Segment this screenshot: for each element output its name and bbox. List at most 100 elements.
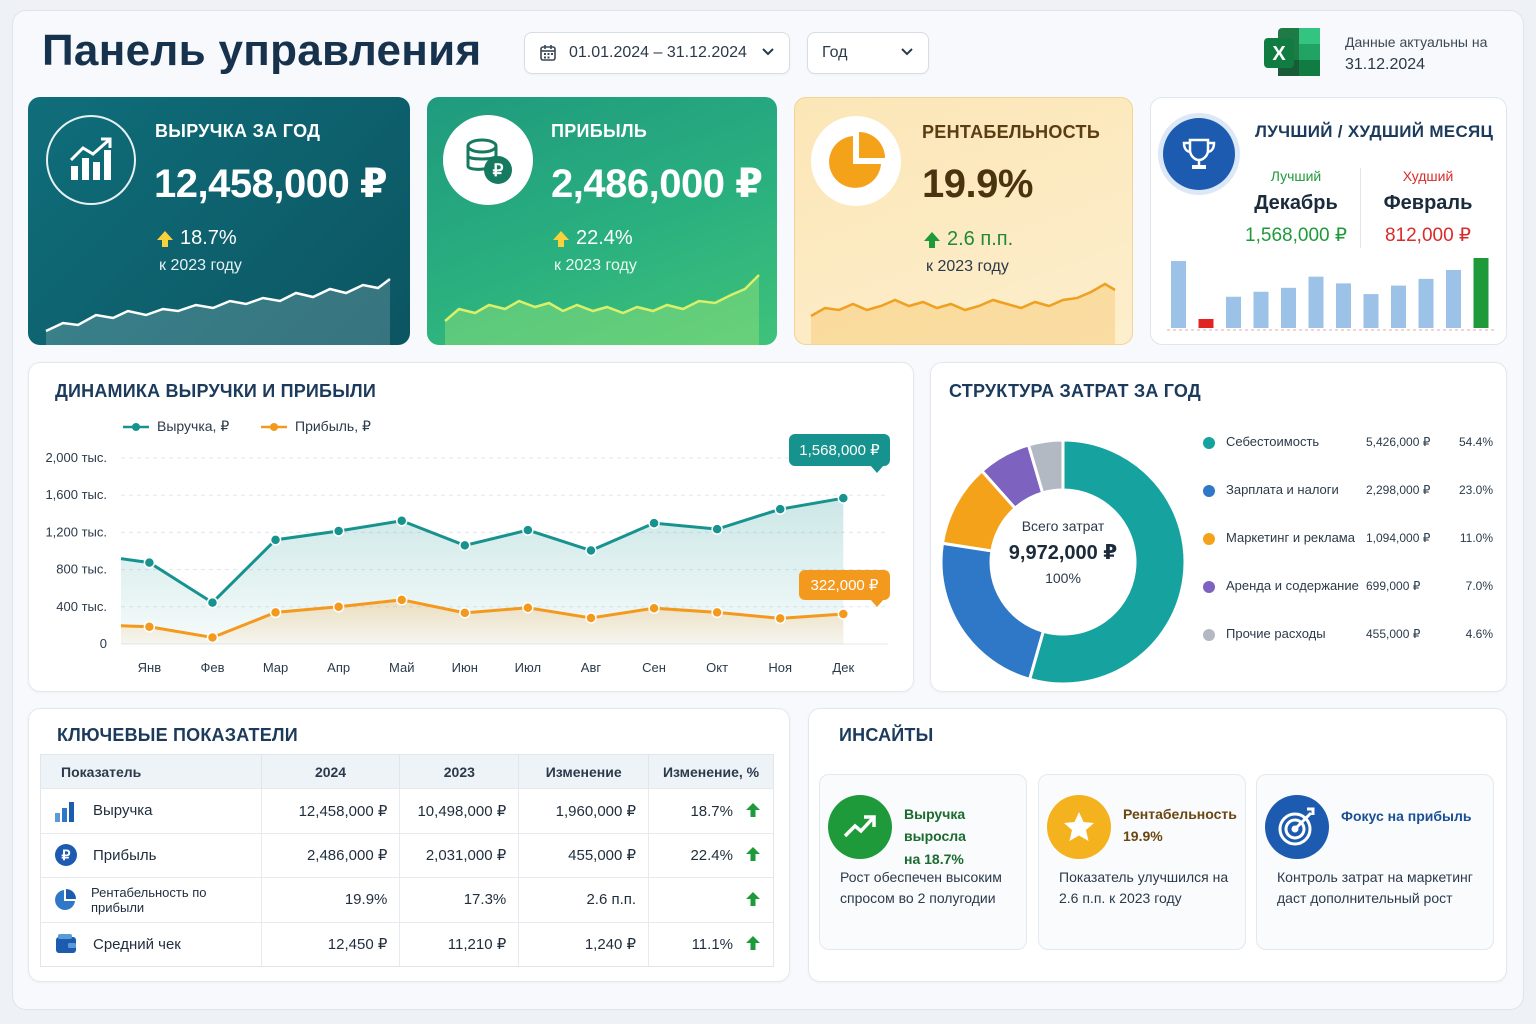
y-tick-label: 2,000 тыс. [45,450,107,465]
data-point [206,596,219,609]
month-bar [1446,269,1461,328]
month-bar [1226,296,1241,328]
svg-text:₽: ₽ [493,161,504,180]
col-header-metric[interactable]: Показатель [40,754,262,789]
kpi-profit-delta: 22.4% [552,227,633,250]
x-tick-label: Июл [515,660,541,675]
cost-legend-item[interactable]: Аренда и содержание 699,000 ₽ 7.0% [1203,578,1493,598]
worst-month-label: Худший [1402,168,1454,184]
data-point [395,515,408,527]
insight-heading: Фокус на прибыль [1341,805,1471,827]
table-row[interactable]: Рентабельность по прибыли 19.9% 17.3% 2.… [40,877,774,922]
best-month-name: Декабрь [1254,192,1338,214]
kpi-margin-card[interactable]: РЕНТАБЕЛЬНОСТЬ 19.9% 2.6 п.п. к 2023 год… [794,97,1133,345]
insight-heading-line1: Рентабельность [1123,806,1237,822]
y-tick-label: 800 тыс. [56,562,107,577]
cost-value: 5,426,000 ₽ [1366,435,1431,449]
value-2024: 2,486,000 ₽ [261,832,401,878]
cost-legend-item[interactable]: Себестоимость 5,426,000 ₽ 54.4% [1203,434,1493,454]
pie-chart-icon [811,116,901,206]
cost-legend-item[interactable]: Прочие расходы 455,000 ₽ 4.6% [1203,626,1493,646]
data-point [774,503,786,515]
legend-dot [1203,629,1215,641]
growth-chart-icon [46,115,136,205]
page-title: Панель управления [42,26,482,75]
period-select[interactable]: Год [807,32,929,74]
insight-text: Показатель улучшился на 2.6 п.п. к 2023 … [1059,869,1229,906]
revenue-sparkline [45,278,391,345]
kpi-profit-label: ПРИБЫЛЬ [551,121,648,141]
data-point [711,523,723,535]
x-tick-label: Янв [138,660,162,675]
col-header-change-pct[interactable]: Изменение, % [648,754,774,789]
svg-text:₽: ₽ [62,847,71,863]
data-point [711,606,723,619]
ruble-icon: ₽ [53,842,79,868]
col-header-2023[interactable]: 2023 [399,754,520,789]
profit-callout: 322,000 ₽ [799,570,890,600]
y-tick-label: 0 [100,636,107,651]
data-point [143,556,156,569]
data-updated: Данные актуальны на 31.12.2024 [1345,32,1487,77]
y-tick-label: 400 тыс. [56,599,107,614]
kpi-best-worst-card[interactable]: ЛУЧШИЙ / ХУДШИЙ МЕСЯЦ Лучший Декабрь 1,5… [1150,97,1507,345]
data-point [837,608,850,620]
date-range-picker[interactable]: 01.01.2024 – 31.12.2024 [524,32,790,74]
x-tick-label: Мар [263,660,288,675]
data-point [395,594,408,606]
best-month-value: 1,568,000 ₽ [1245,225,1347,246]
data-point [206,631,219,644]
month-bar [1336,283,1351,328]
metric-cell: Средний чек [40,921,262,967]
insight-card-revenue[interactable]: Выручка выросла на 18.7% Рост обеспечен … [819,774,1027,950]
data-updated-label: Данные актуальны на [1345,34,1488,50]
key-metrics-title: КЛЮЧЕВЫЕ ПОКАЗАТЕЛИ [57,725,298,745]
data-point [143,621,156,633]
kpi-margin-value: 19.9% [922,162,1033,206]
arrow-up-icon [746,847,760,862]
kpi-margin-delta: 2.6 п.п. [923,228,1013,251]
value-2023: 2,031,000 ₽ [399,832,520,878]
table-row[interactable]: Выручка 12,458,000 ₽ 10,498,000 ₽ 1,960,… [40,788,774,833]
callout-pointer [870,599,884,607]
month-bar [1171,261,1186,328]
trend-up-icon [828,795,892,859]
arrow-up-icon [924,231,940,248]
month-bar [1473,258,1489,328]
insight-card-margin[interactable]: Рентабельность 19.9% Показатель улучшилс… [1038,774,1246,950]
table-row[interactable]: ₽ Прибыль 2,486,000 ₽ 2,031,000 ₽ 455,00… [40,832,774,878]
cost-name: Себестоимость [1226,434,1320,449]
value-change-pct-cell: 11.1% [648,921,774,967]
kpi-best-worst-label: ЛУЧШИЙ / ХУДШИЙ МЕСЯЦ [1255,122,1494,141]
value-change-pct-cell: 18.7% [648,788,774,833]
kpi-revenue-label: ВЫРУЧКА ЗА ГОД [155,121,321,141]
x-tick-label: Май [389,660,414,675]
value-change-pct: 22.4% [690,847,733,865]
value-change: 1,240 ₽ [518,921,650,967]
cost-legend-item[interactable]: Зарплата и налоги 2,298,000 ₽ 23.0% [1203,482,1493,502]
revenue-profit-line-chart: 0 400 тыс. 800 тыс. 1,200 тыс. 1,600 тыс. 2,0… [45,450,888,675]
y-tick-label: 1,200 тыс. [45,524,107,539]
kpi-revenue-card[interactable]: ВЫРУЧКА ЗА ГОД 12,458,000 ₽ 18.7% к 2023… [28,97,410,345]
cost-pct: 7.0% [1465,579,1493,593]
divider [1360,168,1361,248]
cost-legend-item[interactable]: Маркетинг и реклама 1,094,000 ₽ 11.0% [1203,530,1493,550]
profit-sparkline [444,274,760,345]
kpi-profit-card[interactable]: ₽ ПРИБЫЛЬ 2,486,000 ₽ 22.4% к 2023 году [427,97,777,345]
cost-value: 455,000 ₽ [1366,627,1421,641]
value-change: 455,000 ₽ [518,832,650,878]
donut-center-pct: 100% [1045,570,1081,586]
kpi-margin-label: РЕНТАБЕЛЬНОСТЬ [922,122,1101,142]
cost-value: 1,094,000 ₽ [1366,531,1431,545]
insight-card-focus[interactable]: Фокус на прибыль Контроль затрат на марк… [1256,774,1494,950]
data-point [522,524,534,536]
col-header-2024[interactable]: 2024 [261,754,401,789]
chevron-down-icon [761,44,775,62]
col-header-change[interactable]: Изменение [518,754,650,789]
excel-icon[interactable]: X [1262,26,1322,78]
month-bar [1198,319,1214,328]
table-row[interactable]: Средний чек 12,450 ₽ 11,210 ₽ 1,240 ₽ 11… [40,921,774,967]
value-2024: 12,458,000 ₽ [261,788,401,833]
data-point [269,606,282,619]
x-tick-label: Окт [706,660,728,675]
